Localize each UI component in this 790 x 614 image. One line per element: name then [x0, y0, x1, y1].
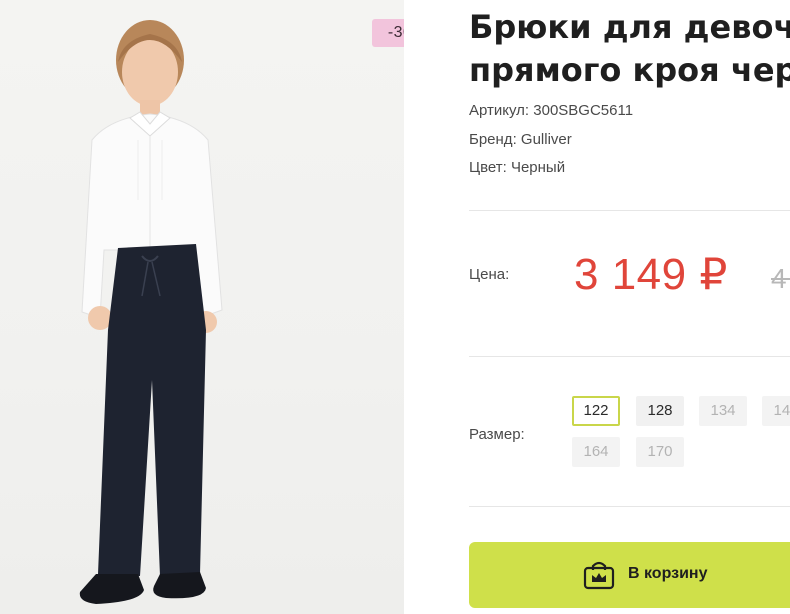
divider [469, 210, 790, 211]
divider [469, 506, 790, 507]
product-title-line-1: Брюки для девочки [469, 8, 790, 46]
product-title-line-2: прямого кроя черные [469, 51, 790, 89]
product-color: Цвет: Черный [469, 159, 566, 176]
add-to-cart-label: В корзину [628, 565, 708, 582]
old-price: 4 499 ₽ [771, 263, 790, 294]
current-price: 3 149 ₽ [574, 250, 728, 299]
product-info: Брюки для девочки прямого кроя черные Ар… [469, 0, 790, 614]
product-image [79, 20, 223, 604]
product-page: -30% Брюки для девочки прямого кроя черн… [0, 0, 790, 614]
divider [469, 356, 790, 357]
product-photo[interactable]: -30% [0, 0, 404, 614]
product-article: Артикул: 300SBGC5611 [469, 102, 634, 119]
add-to-cart-button[interactable]: В корзину [469, 542, 790, 608]
shopping-bag-icon [583, 561, 615, 590]
size-option-170[interactable]: 170 [636, 437, 684, 467]
size-option-134[interactable]: 134 [699, 396, 747, 426]
size-option-122[interactable]: 122 [572, 396, 620, 426]
size-option-140[interactable]: 140 [762, 396, 790, 426]
product-title: Брюки для девочки прямого кроя черные [469, 6, 790, 92]
size-label: Размер: [469, 426, 525, 443]
size-option-128[interactable]: 128 [636, 396, 684, 426]
discount-badge: -30% [372, 19, 404, 47]
price-label: Цена: [469, 266, 510, 283]
product-brand: Бренд: Gulliver [469, 131, 572, 148]
size-option-164[interactable]: 164 [572, 437, 620, 467]
